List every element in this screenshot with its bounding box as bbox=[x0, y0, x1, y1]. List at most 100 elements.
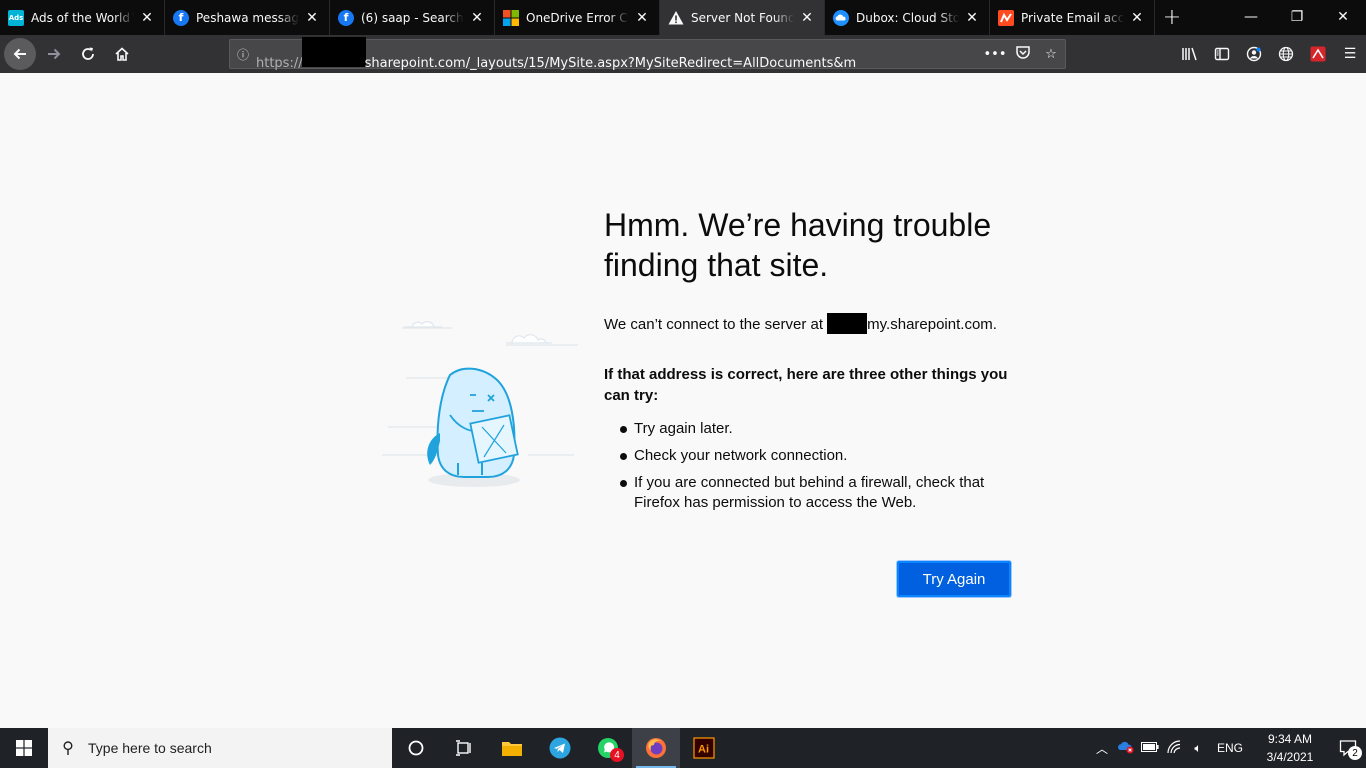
notification-badge: 4 bbox=[610, 748, 624, 762]
dinosaur-illustration-icon bbox=[382, 321, 578, 487]
home-button[interactable] bbox=[106, 38, 138, 70]
onedrive-error-icon[interactable] bbox=[1114, 740, 1138, 757]
search-icon: ⚲ bbox=[62, 740, 74, 757]
url-bar[interactable]: ⓘ https://sharepoint.com/_layouts/15/MyS… bbox=[229, 37, 1066, 71]
page-actions-icon[interactable]: ••• bbox=[981, 47, 1009, 62]
account-icon[interactable] bbox=[1238, 38, 1270, 70]
minimize-button[interactable]: — bbox=[1228, 0, 1274, 33]
sidebar-icon[interactable] bbox=[1206, 38, 1238, 70]
globe-extension-icon[interactable] bbox=[1270, 38, 1302, 70]
email-favicon-icon bbox=[998, 9, 1014, 26]
system-tray: ︿ 🔈︎ ENG 9:34 AM 3/4/2021 2 bbox=[1090, 728, 1366, 768]
reload-button[interactable] bbox=[72, 38, 104, 70]
list-item: If you are connected but behind a firewa… bbox=[620, 473, 1014, 513]
nav-bar: ⓘ https://sharepoint.com/_layouts/15/MyS… bbox=[0, 35, 1366, 73]
pocket-icon[interactable] bbox=[1009, 44, 1037, 64]
tab-strip: Ads Ads of the World™ | ✕ f Peshawa mess… bbox=[0, 0, 1366, 35]
close-icon[interactable]: ✕ bbox=[138, 10, 156, 26]
battery-icon[interactable] bbox=[1138, 741, 1162, 755]
suggestion-list: Try again later. Check your network conn… bbox=[604, 419, 1014, 513]
close-icon[interactable]: ✕ bbox=[468, 10, 486, 26]
notification-count: 2 bbox=[1348, 746, 1362, 760]
try-again-button[interactable]: Try Again bbox=[897, 561, 1011, 597]
task-view-icon bbox=[456, 740, 471, 756]
taskbar-search[interactable]: ⚲ Type here to search bbox=[48, 728, 392, 768]
tab-ads-of-the-world[interactable]: Ads Ads of the World™ | ✕ bbox=[0, 0, 165, 35]
illustrator-icon: Ai bbox=[693, 737, 715, 759]
close-icon[interactable]: ✕ bbox=[1128, 10, 1146, 26]
library-icon[interactable] bbox=[1174, 38, 1206, 70]
windows-logo-icon bbox=[16, 740, 32, 756]
bookmark-star-icon[interactable]: ☆ bbox=[1037, 47, 1065, 62]
cortana-icon bbox=[408, 740, 424, 756]
reload-icon bbox=[82, 47, 94, 60]
ads-favicon-icon: Ads bbox=[8, 9, 24, 26]
file-explorer-button[interactable] bbox=[488, 728, 536, 768]
firefox-button[interactable] bbox=[632, 728, 680, 768]
facebook-favicon-icon: f bbox=[338, 9, 354, 26]
tab-server-not-found[interactable]: Server Not Found ✕ bbox=[660, 0, 825, 35]
whatsapp-button[interactable]: 4 bbox=[584, 728, 632, 768]
new-tab-button[interactable]: + bbox=[1155, 0, 1189, 35]
redacted-block bbox=[827, 313, 868, 334]
tab-title: (6) saap - Search Re bbox=[361, 10, 464, 25]
pdf-extension-icon[interactable] bbox=[1302, 38, 1334, 70]
warning-icon bbox=[668, 10, 684, 26]
redacted-block bbox=[301, 37, 366, 67]
list-item: Try again later. bbox=[620, 419, 1014, 439]
cortana-button[interactable] bbox=[392, 728, 440, 768]
wifi-icon[interactable] bbox=[1162, 739, 1186, 757]
svg-text:Ai: Ai bbox=[698, 744, 709, 756]
window-close-button[interactable]: ✕ bbox=[1320, 0, 1366, 33]
telegram-icon bbox=[549, 737, 571, 759]
info-icon[interactable]: ⓘ bbox=[230, 46, 256, 63]
illustrator-button[interactable]: Ai bbox=[680, 728, 728, 768]
tab-title: Ads of the World™ | bbox=[31, 10, 134, 25]
telegram-button[interactable] bbox=[536, 728, 584, 768]
error-container: Hmm. We’re having trouble finding that s… bbox=[604, 205, 1014, 597]
clock-time: 9:34 AM bbox=[1267, 732, 1313, 746]
list-item: Check your network connection. bbox=[620, 446, 1014, 466]
task-view-button[interactable] bbox=[440, 728, 488, 768]
taskbar: ⚲ Type here to search 4 Ai ︿ 🔈︎ ENG 9:34… bbox=[0, 728, 1366, 768]
menu-icon[interactable]: ☰ bbox=[1334, 38, 1366, 70]
arrow-right-icon bbox=[48, 48, 61, 60]
folder-icon bbox=[502, 742, 522, 756]
tab-title: Peshawa messaged bbox=[196, 10, 299, 25]
error-description: We can’t connect to the server at my.sha… bbox=[604, 313, 1014, 336]
back-button[interactable] bbox=[4, 38, 36, 70]
language-indicator[interactable]: ENG bbox=[1210, 741, 1250, 755]
forward-button[interactable] bbox=[38, 38, 70, 70]
close-icon[interactable]: ✕ bbox=[798, 10, 816, 26]
volume-icon[interactable]: 🔈︎ bbox=[1186, 741, 1210, 756]
home-icon bbox=[115, 47, 129, 61]
close-icon[interactable]: ✕ bbox=[963, 10, 981, 26]
error-title: Hmm. We’re having trouble finding that s… bbox=[604, 207, 992, 283]
start-button[interactable] bbox=[0, 728, 48, 768]
tab-title: Private Email accou bbox=[1021, 10, 1124, 25]
tab-peshawa-messaged[interactable]: f Peshawa messaged ✕ bbox=[165, 0, 330, 35]
tab-saap-search[interactable]: f (6) saap - Search Re ✕ bbox=[330, 0, 495, 35]
tab-onedrive-error[interactable]: OneDrive Error Code ✕ bbox=[495, 0, 660, 35]
close-icon[interactable]: ✕ bbox=[303, 10, 321, 26]
action-center-button[interactable]: 2 bbox=[1330, 728, 1366, 768]
close-icon[interactable]: ✕ bbox=[633, 10, 651, 26]
microsoft-favicon-icon bbox=[503, 9, 519, 26]
tab-title: Dubox: Cloud Stora bbox=[856, 10, 959, 25]
url-text[interactable]: https://sharepoint.com/_layouts/15/MySit… bbox=[256, 37, 856, 71]
tab-title: Server Not Found bbox=[691, 10, 794, 25]
restore-button[interactable]: ❐ bbox=[1274, 0, 1320, 33]
clock-date: 3/4/2021 bbox=[1266, 750, 1314, 764]
suggestion-heading: If that address is correct, here are thr… bbox=[604, 366, 1008, 404]
tab-dubox[interactable]: Dubox: Cloud Stora ✕ bbox=[825, 0, 990, 35]
search-placeholder: Type here to search bbox=[88, 740, 212, 756]
firefox-icon bbox=[646, 738, 666, 758]
clock[interactable]: 9:34 AM 3/4/2021 bbox=[1250, 730, 1330, 766]
cloud-favicon-icon bbox=[833, 9, 849, 26]
error-page: Hmm. We’re having trouble finding that s… bbox=[0, 73, 1366, 728]
arrow-left-icon bbox=[13, 48, 26, 60]
tab-private-email[interactable]: Private Email accou ✕ bbox=[990, 0, 1155, 35]
facebook-favicon-icon: f bbox=[173, 9, 189, 26]
chevron-up-icon[interactable]: ︿ bbox=[1090, 740, 1114, 757]
tab-title: OneDrive Error Code bbox=[526, 10, 629, 25]
